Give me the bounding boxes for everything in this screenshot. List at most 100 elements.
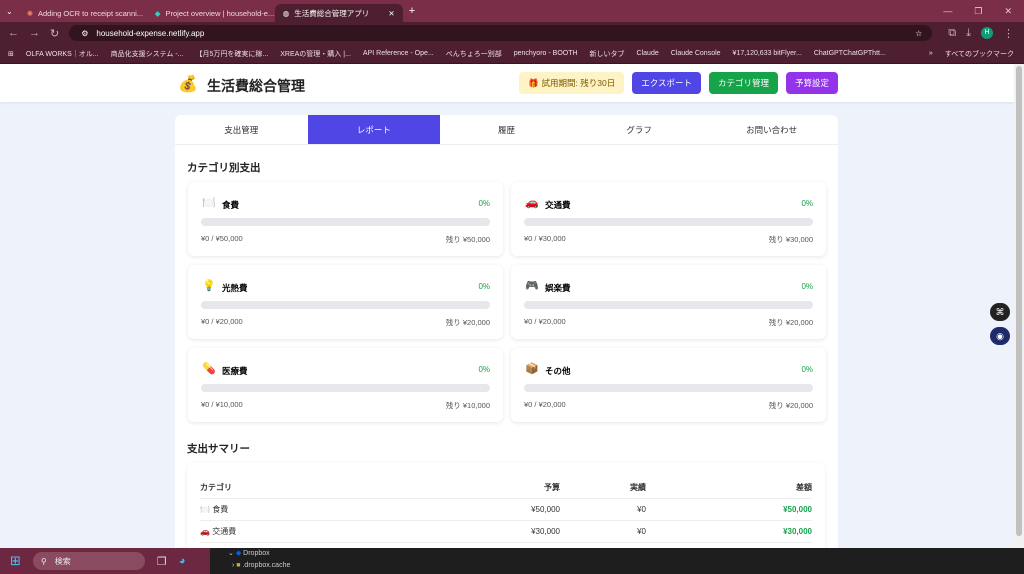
category-name: 医療費 — [222, 366, 248, 376]
money-bag-icon: 💰 — [178, 76, 198, 93]
browser-tab-active[interactable]: ◍ 生活費総合管理アプリ ✕ — [274, 4, 403, 22]
profile-avatar[interactable]: H — [981, 27, 993, 39]
budget-settings-button[interactable]: 予算設定 — [785, 72, 838, 94]
category-icon: 🎮 — [525, 280, 539, 292]
category-percent: 0% — [478, 365, 490, 374]
bookmark[interactable]: ¥17,120,633 bitFlyer... — [733, 50, 802, 57]
summary-title: 支出サマリー — [187, 443, 250, 455]
back-icon[interactable]: ← — [8, 27, 19, 39]
category-card: 📦 その他 0% ¥0 / ¥20,000 残り ¥20,000 — [511, 348, 826, 422]
bookmark[interactable]: ChatGPTChatGPThtt... — [814, 50, 886, 57]
category-name: 光熱費 — [222, 283, 248, 293]
download-icon[interactable]: ⤓ — [966, 27, 971, 40]
tab-graph[interactable]: グラフ — [573, 115, 706, 144]
site-info-icon[interactable]: ⚙ — [81, 29, 88, 38]
category-icon: 💡 — [202, 280, 216, 292]
spent-amount: ¥0 / ¥20,000 — [524, 400, 566, 409]
remaining-amount: 残り ¥20,000 — [445, 318, 490, 327]
progress-bar — [524, 301, 813, 309]
category-percent: 0% — [801, 365, 813, 374]
spent-amount: ¥0 / ¥20,000 — [524, 317, 566, 326]
bookmark[interactable]: penchyoro - BOOTH — [514, 50, 578, 57]
edge-icon[interactable]: ◕ — [179, 555, 186, 567]
new-tab-button[interactable]: + — [409, 5, 415, 17]
app-header: 💰 生活費総合管理 🎁 試用期間: 残り30日 エクスポート カテゴリ管理 予算設… — [0, 64, 1014, 102]
bookmark[interactable]: 新しいタブ — [590, 49, 625, 59]
extensions-icon[interactable]: ⧉ — [948, 27, 956, 40]
bookmark[interactable]: ぺんちょろ一別部 — [446, 49, 502, 59]
taskbar-search[interactable]: ⚲ 検索 — [32, 552, 145, 570]
star-icon[interactable]: ☆ — [915, 29, 922, 38]
apps-icon[interactable]: ⊞ — [8, 50, 14, 58]
spent-amount: ¥0 / ¥30,000 — [524, 234, 566, 243]
remaining-amount: 残り ¥20,000 — [768, 401, 813, 410]
bookmark[interactable]: XREAの管理・購入 |... — [280, 49, 351, 59]
table-row: 🚗 交通費 ¥30,000 ¥0 ¥30,000 — [200, 521, 812, 543]
bookmark[interactable]: API Reference - Ope... — [363, 50, 434, 57]
netlify-icon: ◆ — [154, 8, 161, 18]
category-percent: 0% — [478, 199, 490, 208]
more-bookmarks-icon[interactable]: » — [929, 50, 933, 57]
tab-history[interactable]: 履歴 — [440, 115, 573, 144]
restore-button[interactable]: ❐ — [974, 6, 982, 17]
category-card: 🍽️ 食費 0% ¥0 / ¥50,000 残り ¥50,000 — [188, 182, 503, 256]
windows-start-icon[interactable]: ⊞ — [10, 553, 21, 569]
remaining-amount: 残り ¥30,000 — [768, 235, 813, 244]
category-percent: 0% — [801, 282, 813, 291]
bookmark[interactable]: 商品化支援システム -... — [111, 49, 184, 59]
tab-nav: 支出管理 レポート 履歴 グラフ お問い合わせ — [175, 115, 838, 145]
chevron-down-icon: ⌄ — [228, 550, 234, 557]
globe-icon: ◍ — [282, 8, 290, 18]
scrollbar[interactable] — [1014, 64, 1024, 548]
claude-icon: ✺ — [26, 8, 33, 18]
tab-report[interactable]: レポート — [307, 115, 441, 144]
bookmark[interactable]: OLFA WORKS｜オル... — [26, 49, 99, 59]
chevron-right-icon: › — [232, 562, 235, 569]
table-row: 🍽️ 食費 ¥50,000 ¥0 ¥50,000 — [200, 499, 812, 521]
export-button[interactable]: エクスポート — [632, 72, 701, 94]
spent-amount: ¥0 / ¥20,000 — [201, 317, 243, 326]
file-explorer-panel: ⌄ ◆ Dropbox › ■ .dropbox.cache — [210, 548, 1024, 574]
url-input[interactable]: ⚙ household-expense.netlify.app ☆ — [69, 25, 933, 41]
category-icon: 🍽️ — [202, 197, 216, 209]
folder-icon: ■ — [236, 562, 241, 569]
summary-table: カテゴリ 予算 実績 差額 🍽️ 食費 ¥50,000 ¥0 ¥50,000 🚗 交通費 ¥3… — [187, 463, 825, 555]
browser-tab[interactable]: ◆Project overview | household-e...✕ — [147, 4, 275, 22]
trial-badge: 🎁 試用期間: 残り30日 — [518, 72, 625, 94]
dropbox-icon: ◆ — [235, 550, 242, 557]
spent-amount: ¥0 / ¥10,000 — [201, 400, 243, 409]
bookmark[interactable]: Claude — [637, 50, 659, 57]
main-card: 支出管理 レポート 履歴 グラフ お問い合わせ カテゴリ別支出 🍽️ 食費 0%… — [175, 115, 838, 555]
all-bookmarks[interactable]: すべてのブックマーク — [945, 49, 1014, 59]
table-header: カテゴリ 予算 実績 差額 — [200, 477, 812, 499]
category-percent: 0% — [801, 199, 813, 208]
bookmark[interactable]: Claude Console — [671, 50, 721, 57]
category-name: 娯楽費 — [545, 283, 571, 293]
extension-float-icon[interactable]: ⌘ — [990, 303, 1010, 321]
menu-icon[interactable]: ⋮ — [1003, 27, 1014, 40]
category-management-button[interactable]: カテゴリ管理 — [708, 72, 778, 94]
close-icon[interactable]: ✕ — [388, 9, 394, 18]
gift-icon: 🎁 — [527, 77, 539, 88]
tab-contact[interactable]: お問い合わせ — [705, 115, 838, 144]
reload-icon[interactable]: ↻ — [50, 27, 59, 40]
bookmark[interactable]: 【月5万円を確実に稼... — [196, 49, 269, 59]
remaining-amount: 残り ¥50,000 — [445, 235, 490, 244]
close-window-button[interactable]: ✕ — [1004, 6, 1012, 17]
category-icon: 📦 — [525, 363, 539, 375]
forward-icon[interactable]: → — [29, 27, 40, 39]
category-name: 交通費 — [545, 200, 571, 210]
category-card: 💊 医療費 0% ¥0 / ¥10,000 残り ¥10,000 — [188, 348, 503, 422]
minimize-button[interactable]: — — [943, 6, 952, 17]
category-icon: 🚗 — [200, 527, 210, 536]
task-view-icon[interactable]: ❐ — [157, 555, 167, 568]
discord-float-icon[interactable]: ◉ — [990, 327, 1010, 345]
progress-bar — [524, 384, 813, 392]
search-icon: ⚲ — [40, 556, 47, 566]
category-card: 🚗 交通費 0% ¥0 / ¥30,000 残り ¥30,000 — [511, 182, 826, 256]
category-name: その他 — [545, 366, 571, 376]
browser-tab[interactable]: ✺Adding OCR to receipt scanni...✕ — [19, 4, 147, 22]
tab-expense[interactable]: 支出管理 — [175, 115, 308, 144]
remaining-amount: 残り ¥20,000 — [768, 318, 813, 327]
tab-list-icon[interactable]: ⌄ — [6, 7, 13, 16]
